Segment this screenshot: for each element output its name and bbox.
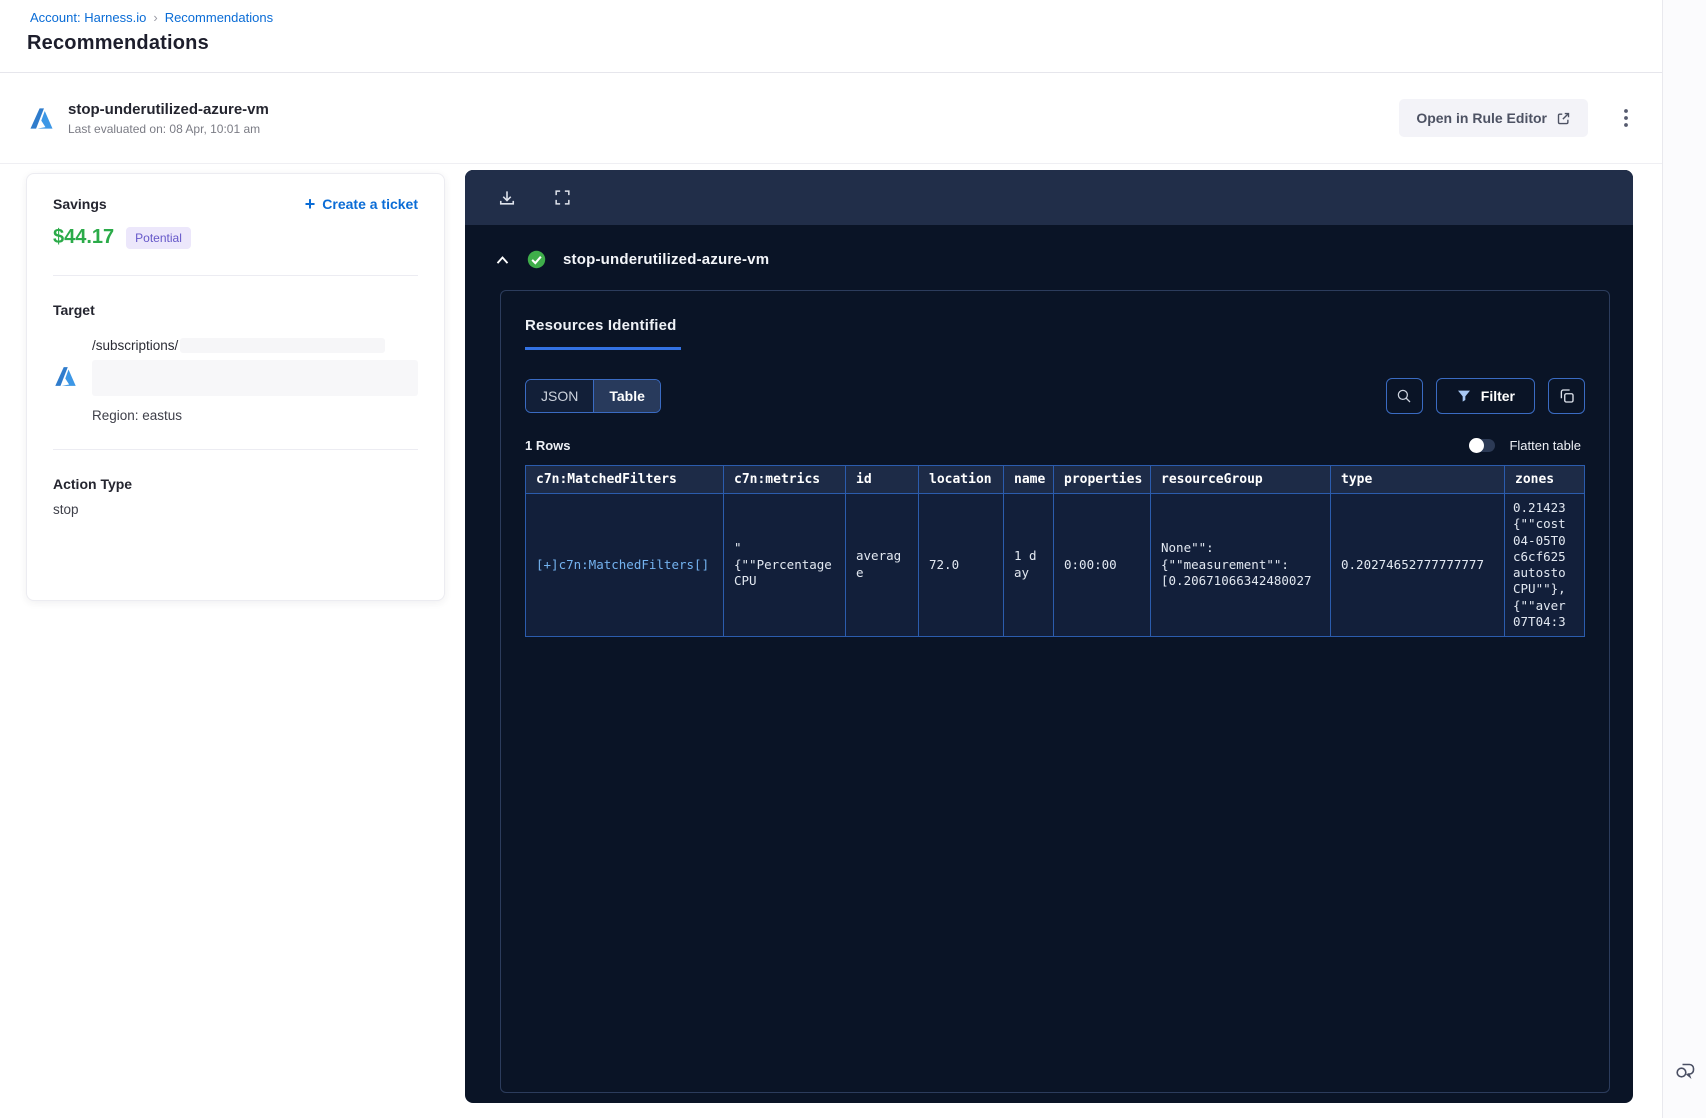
fullscreen-icon xyxy=(555,190,570,205)
download-icon xyxy=(499,190,515,205)
breadcrumb-separator: › xyxy=(153,10,158,25)
resources-box: Resources Identified JSON Table Filter 1… xyxy=(500,290,1610,1093)
table-controls: JSON Table Filter xyxy=(525,378,1585,414)
create-ticket-label: Create a ticket xyxy=(322,196,418,212)
target-path: /subscriptions/ xyxy=(92,338,179,353)
resources-table: c7n:MatchedFilters c7n:metrics id locati… xyxy=(525,465,1585,637)
kebab-menu-icon xyxy=(1624,109,1628,127)
region-text: Region: eastus xyxy=(92,408,183,423)
view-toggle: JSON Table xyxy=(525,379,661,413)
open-rule-editor-label: Open in Rule Editor xyxy=(1416,110,1547,126)
success-check-icon xyxy=(527,250,546,269)
filter-button[interactable]: Filter xyxy=(1435,378,1535,414)
search-icon xyxy=(1398,389,1411,403)
table-header-row: c7n:MatchedFilters c7n:metrics id locati… xyxy=(525,465,1585,494)
page-title: Recommendations xyxy=(27,32,209,54)
breadcrumb-recommendations-link[interactable]: Recommendations xyxy=(165,10,273,25)
flatten-table-toggle[interactable] xyxy=(1469,438,1496,453)
card-divider-2 xyxy=(53,449,418,450)
col-metrics: c7n:metrics xyxy=(723,465,846,494)
resource-title: stop-underutilized-azure-vm xyxy=(563,251,770,268)
potential-badge: Potential xyxy=(126,226,191,249)
chevron-up-icon xyxy=(496,255,509,264)
tab-resources-identified[interactable]: Resources Identified xyxy=(525,315,681,350)
matched-filters-expander[interactable]: [+]c7n:MatchedFilters[] xyxy=(525,493,724,637)
savings-label: Savings xyxy=(53,196,107,212)
target-label: Target xyxy=(53,302,95,318)
azure-icon xyxy=(30,107,53,129)
search-button[interactable] xyxy=(1385,378,1423,414)
toggle-knob xyxy=(1469,438,1485,453)
plus-icon: + xyxy=(304,194,316,214)
action-type-value: stop xyxy=(53,502,79,517)
col-zones: zones xyxy=(1504,465,1585,494)
col-resource-group: resourceGroup xyxy=(1150,465,1331,494)
filter-funnel-icon xyxy=(1457,390,1470,402)
recommendation-title: stop-underutilized-azure-vm xyxy=(68,100,269,118)
cell-name: 1 day xyxy=(1003,493,1054,637)
more-options-menu[interactable] xyxy=(1618,108,1634,128)
panel-toolbar xyxy=(465,170,1633,225)
breadcrumb-account-link[interactable]: Account: Harness.io xyxy=(30,10,146,25)
redacted-target-block xyxy=(92,360,418,396)
rows-count: 1 Rows xyxy=(525,438,571,453)
cell-type: 0.20274652777777777 xyxy=(1330,493,1505,637)
last-evaluated-text: Last evaluated on: 08 Apr, 10:01 am xyxy=(68,121,261,136)
redacted-target-text xyxy=(180,338,386,353)
rows-bar: 1 Rows Flatten table xyxy=(525,438,1585,453)
azure-icon-small xyxy=(55,367,76,386)
col-matched-filters: c7n:MatchedFilters xyxy=(525,465,724,494)
action-type-label: Action Type xyxy=(53,476,133,492)
section-divider xyxy=(0,163,1662,164)
download-button[interactable] xyxy=(497,188,517,208)
card-divider xyxy=(53,275,418,276)
col-location: location xyxy=(918,465,1004,494)
results-panel: stop-underutilized-azure-vm Resources Id… xyxy=(465,170,1633,1103)
recommendation-header: stop-underutilized-azure-vm Last evaluat… xyxy=(28,73,1662,163)
open-rule-editor-button[interactable]: Open in Rule Editor xyxy=(1399,99,1588,137)
col-name: name xyxy=(1003,465,1054,494)
filter-label: Filter xyxy=(1480,388,1515,404)
cell-location: 72.0 xyxy=(918,493,1004,637)
summary-card: Savings + Create a ticket $44.17 Potenti… xyxy=(26,173,445,601)
flatten-table-label: Flatten table xyxy=(1509,438,1581,453)
external-link-icon xyxy=(1557,112,1570,124)
savings-amount: $44.17 xyxy=(53,226,115,248)
table-view-button[interactable]: Table xyxy=(594,380,660,412)
chat-support-icon[interactable] xyxy=(1673,1058,1697,1082)
json-view-button[interactable]: JSON xyxy=(526,380,595,412)
cell-id: average xyxy=(845,493,919,637)
col-properties: properties xyxy=(1053,465,1151,494)
col-type: type xyxy=(1330,465,1505,494)
table-row: [+]c7n:MatchedFilters[] " {""Percentage … xyxy=(525,493,1585,637)
create-ticket-button[interactable]: + Create a ticket xyxy=(304,194,418,214)
cell-resource-group: None"": {""measurement"": [0.20671066342… xyxy=(1150,493,1331,637)
right-rail xyxy=(1662,0,1706,1118)
fullscreen-button[interactable] xyxy=(553,188,572,207)
collapse-button[interactable] xyxy=(495,254,510,266)
copy-icon xyxy=(1560,389,1574,403)
breadcrumb: Account: Harness.io › Recommendations xyxy=(30,10,273,25)
col-id: id xyxy=(845,465,919,494)
copy-button[interactable] xyxy=(1548,378,1585,414)
recommendations-page: Account: Harness.io › Recommendations Re… xyxy=(0,0,1706,1118)
resource-title-row: stop-underutilized-azure-vm xyxy=(465,225,1633,269)
cell-zones: 0.21423 {""cost 04-05T0 c6cf625 autosto … xyxy=(1504,493,1585,637)
cell-metrics: " {""Percentage CPU xyxy=(723,493,846,637)
cell-properties: 0:00:00 xyxy=(1053,493,1151,637)
